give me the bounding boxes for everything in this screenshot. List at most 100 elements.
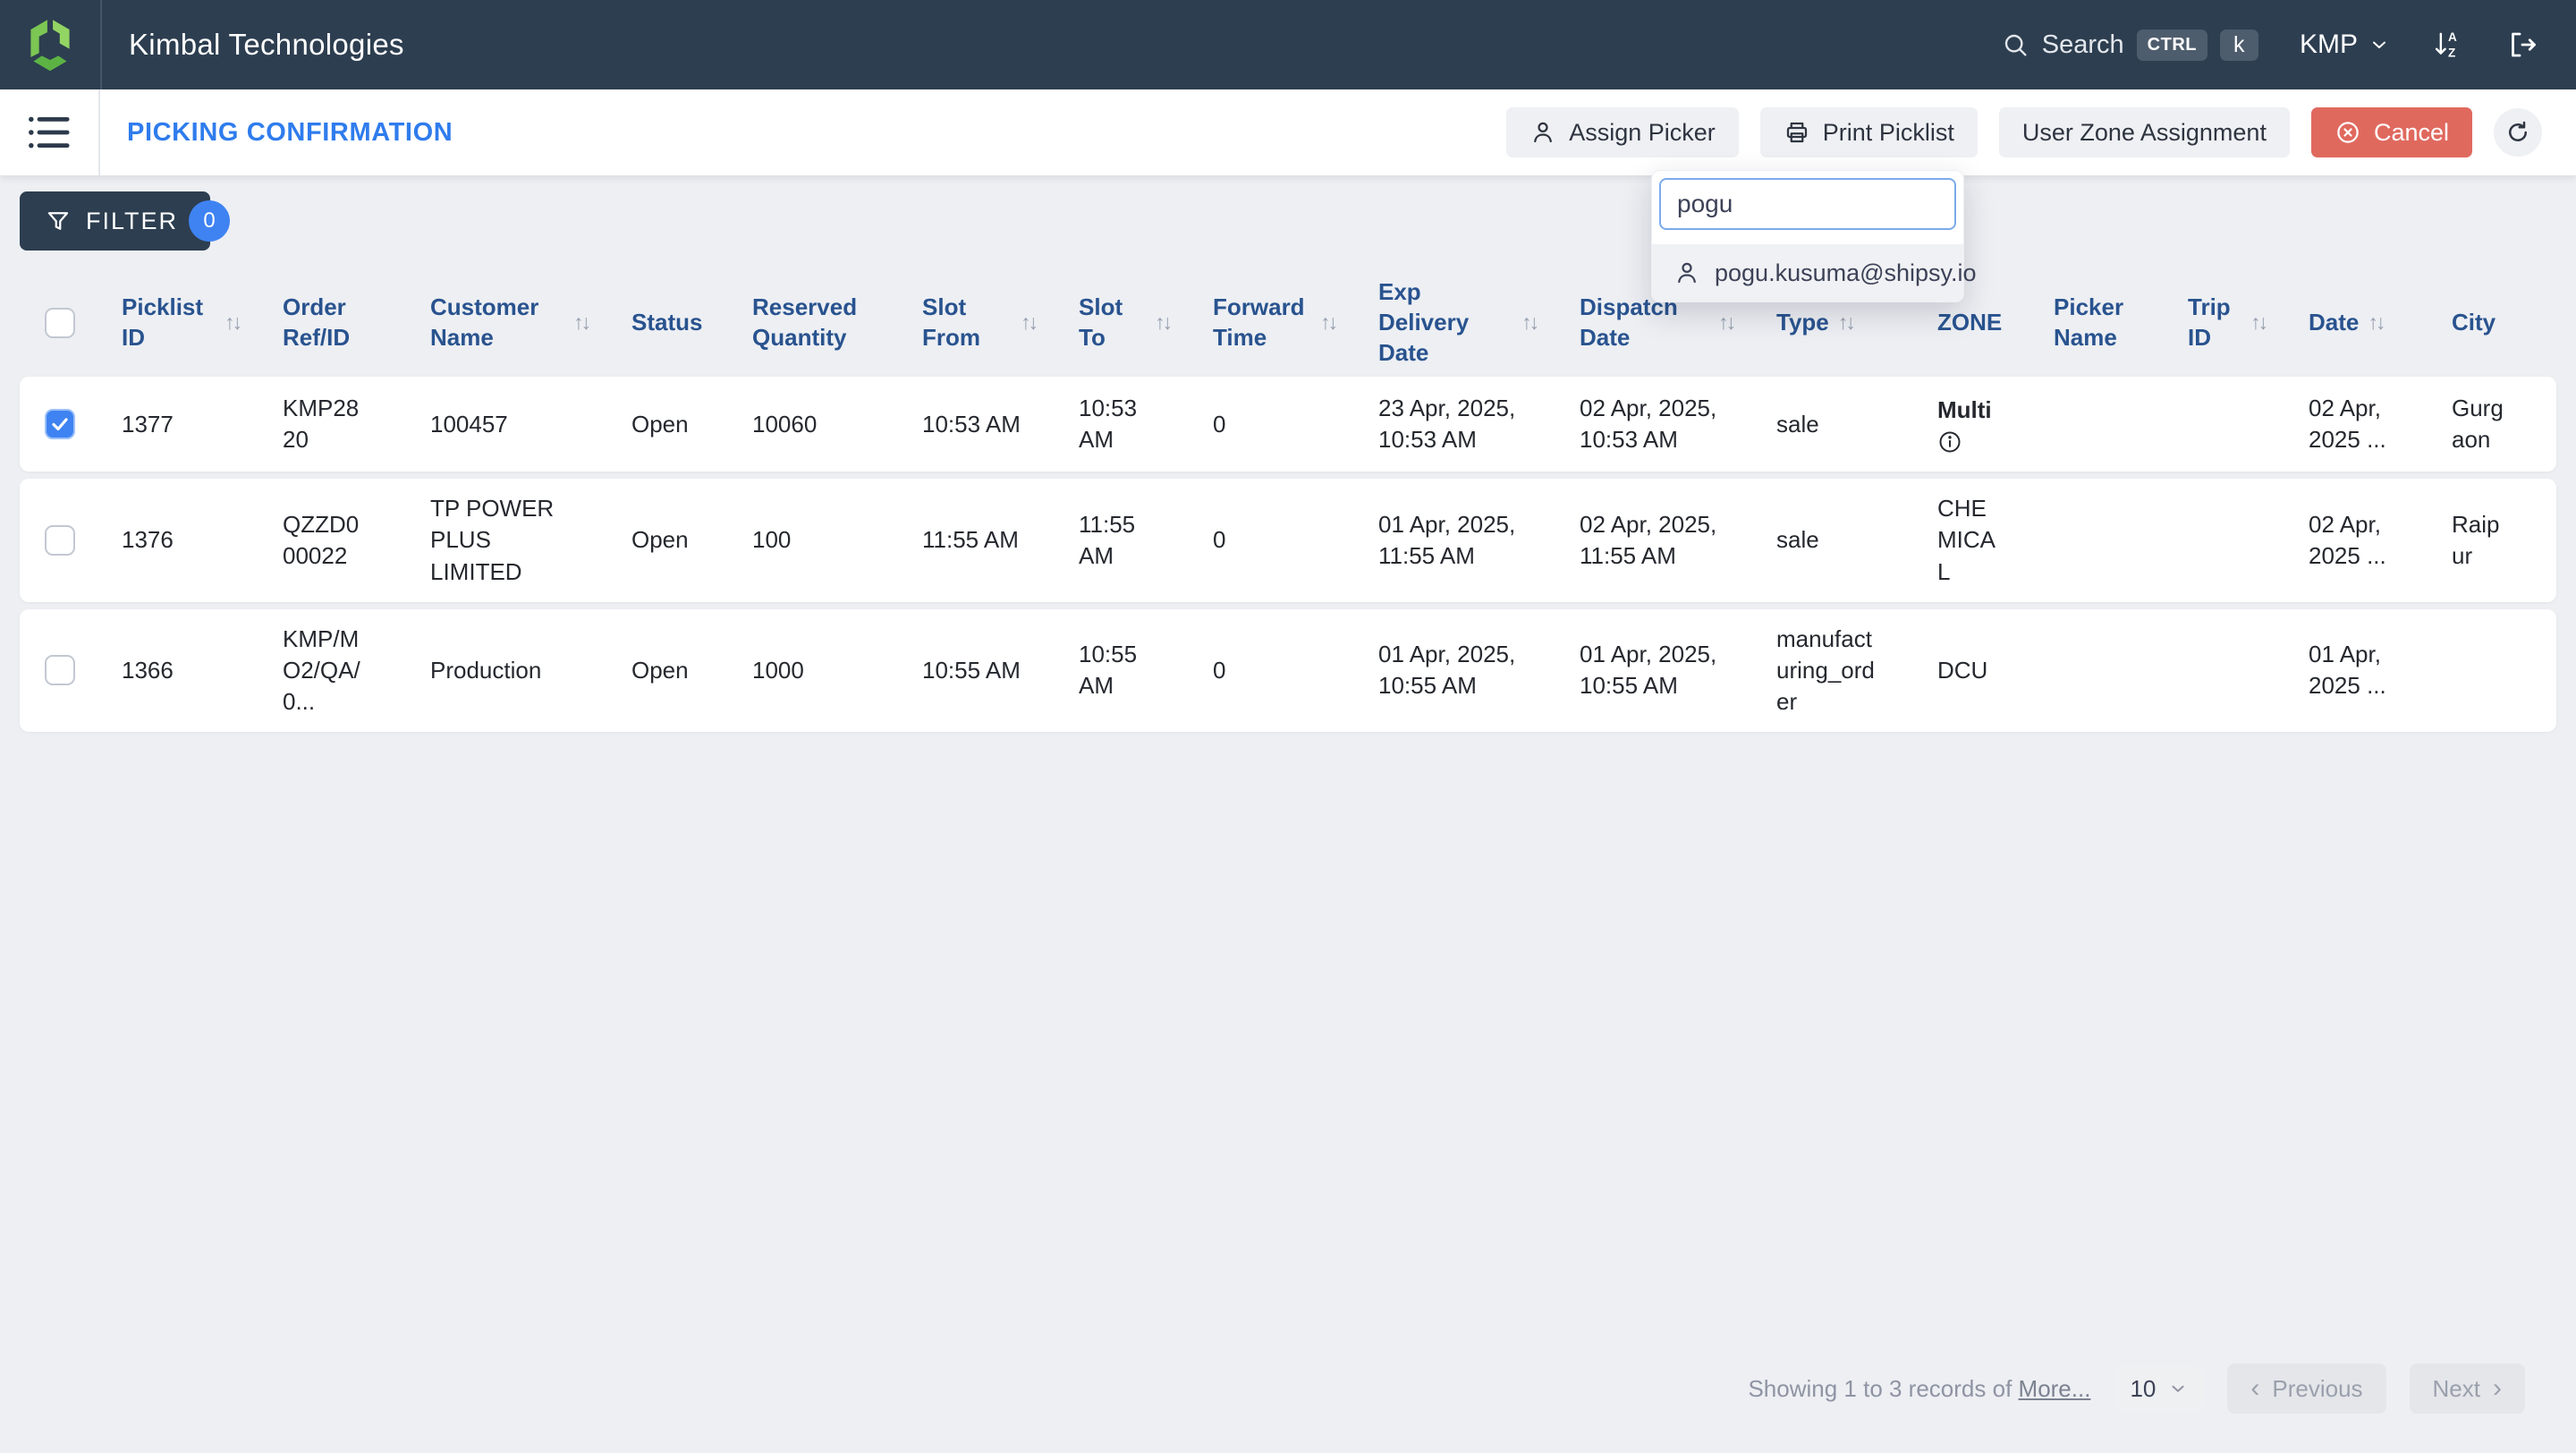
cell-city	[2430, 656, 2529, 684]
column-header-picklist-id[interactable]: Picklist ID ↑↓	[100, 284, 261, 362]
assign-picker-button[interactable]: Assign Picker	[1506, 107, 1739, 157]
column-header-type[interactable]: Type ↑↓	[1755, 299, 1916, 347]
row-checkbox[interactable]	[45, 655, 75, 686]
cell-forward-time: 0	[1213, 656, 1226, 684]
next-label: Next	[2432, 1374, 2480, 1402]
column-header-zone[interactable]: ZONE	[1916, 299, 2032, 347]
cancel-button[interactable]: Cancel	[2310, 107, 2472, 157]
row-checkbox[interactable]	[45, 525, 75, 557]
cell-picker-name	[2032, 410, 2166, 438]
column-header-status[interactable]: Status	[610, 299, 731, 347]
column-header-customer-name[interactable]: Customer Name ↑↓	[409, 284, 610, 362]
row-checkbox-cell	[20, 655, 100, 686]
cell-status: Open	[631, 656, 689, 684]
column-header-reserved-quantity[interactable]: Reserved Quantity	[731, 284, 901, 362]
user-zone-assignment-button[interactable]: User Zone Assignment	[1998, 107, 2290, 157]
svg-text:Z: Z	[2448, 47, 2455, 60]
sort-icon[interactable]: ↑↓	[573, 310, 591, 336]
toolbar-actions: Assign Picker Print Picklist User Zone A…	[1506, 107, 2576, 157]
cell-slot-from: 10:55 AM	[922, 656, 1021, 684]
refresh-button[interactable]	[2494, 108, 2542, 157]
page-size-select[interactable]: 10	[2114, 1366, 2205, 1411]
next-button[interactable]: Next ›	[2409, 1364, 2525, 1414]
cell-picklist-id: 1377	[122, 410, 174, 438]
sort-icon[interactable]: ↑↓	[1320, 310, 1338, 336]
more-link[interactable]: More...	[2019, 1375, 2091, 1402]
pagination-bar: Showing 1 to 3 records of More... 10 ‹ P…	[1748, 1364, 2525, 1414]
column-header-trip-id[interactable]: Trip ID ↑↓	[2166, 284, 2287, 362]
sort-icon[interactable]: ↑↓	[1155, 310, 1173, 336]
column-header-label: Slot To	[1079, 293, 1123, 351]
cell-zone: CHEMICAL	[1916, 479, 2032, 601]
cell-zone: Multi	[1916, 380, 2032, 469]
cell-order-ref-id: QZZD000022	[283, 510, 360, 570]
sort-icon[interactable]: ↑↓	[1718, 310, 1736, 336]
global-search[interactable]: Search CTRL k	[2001, 29, 2258, 61]
info-icon[interactable]	[1937, 429, 1962, 455]
chevron-right-icon: ›	[2493, 1373, 2502, 1403]
cell-picker-name	[2032, 526, 2166, 555]
cell-trip-id	[2166, 526, 2287, 555]
cell-exp-delivery-date: 01 Apr, 2025, 11:55 AM	[1378, 510, 1516, 570]
sort-icon[interactable]: ↑↓	[1521, 310, 1539, 336]
cell-slot-to: 10:55 AM	[1079, 641, 1138, 700]
kimbal-logo-icon	[30, 20, 70, 72]
print-picklist-label: Print Picklist	[1822, 118, 1954, 146]
picker-suggestion-email: pogu.kusuma@shipsy.io	[1715, 259, 1977, 286]
cell-trip-id	[2166, 410, 2287, 438]
cell-exp-delivery-date: 01 Apr, 2025, 10:55 AM	[1378, 641, 1516, 700]
assign-picker-dropdown: pogu.kusuma@shipsy.io	[1651, 170, 1977, 302]
assign-picker-label: Assign Picker	[1569, 118, 1716, 146]
user-zone-assignment-label: User Zone Assignment	[2021, 118, 2267, 146]
column-header-label: Order Ref/ID	[283, 293, 351, 351]
records-summary: Showing 1 to 3 records of More...	[1748, 1375, 2090, 1403]
zone-value: DCU	[1937, 656, 1988, 684]
sort-icon[interactable]: ↑↓	[2368, 310, 2385, 336]
table-row: 1366 KMP/MO2/QA/0... Production Open 1000 10:…	[20, 608, 2556, 732]
page-bar: PICKING CONFIRMATION Assign Picker Print…	[0, 89, 2576, 175]
zone-value: Multi	[1937, 395, 1992, 423]
column-header-slot-from[interactable]: Slot From ↑↓	[901, 284, 1057, 362]
brand-area: Kimbal Technologies	[0, 0, 404, 89]
picker-search-input[interactable]	[1659, 178, 1956, 230]
sort-az-icon[interactable]: A Z	[2431, 28, 2465, 62]
logout-icon[interactable]	[2506, 29, 2538, 61]
brand-logo[interactable]	[0, 12, 100, 78]
cell-slot-to: 10:53 AM	[1079, 395, 1138, 454]
column-header-city[interactable]: City	[2430, 299, 2529, 347]
table-body: 1377 KMP2820 100457 Open 10060 10:53 AM 10:53 …	[20, 377, 2556, 732]
filter-button[interactable]: FILTER 0	[20, 191, 231, 251]
previous-button[interactable]: ‹ Previous	[2227, 1364, 2386, 1414]
cell-customer-name: 100457	[430, 410, 508, 438]
table-row: 1377 KMP2820 100457 Open 10060 10:53 AM 10:53 …	[20, 377, 2556, 472]
org-switcher[interactable]: KMP	[2300, 30, 2390, 60]
sort-icon[interactable]: ↑↓	[2250, 310, 2268, 336]
top-bar: Kimbal Technologies Search CTRL k KMP A …	[0, 0, 2576, 89]
column-header-exp-delivery-date[interactable]: Exp Delivery Date ↑↓	[1357, 268, 1558, 377]
column-header-picker-name[interactable]: Picker Name	[2032, 284, 2166, 362]
row-checkbox-cell	[20, 409, 100, 440]
cell-picker-name	[2032, 656, 2166, 684]
print-picklist-button[interactable]: Print Picklist	[1759, 107, 1978, 157]
brand-name: Kimbal Technologies	[129, 28, 404, 61]
cell-status: Open	[631, 410, 689, 438]
sort-icon[interactable]: ↑↓	[225, 310, 242, 336]
column-header-slot-to[interactable]: Slot To ↑↓	[1057, 284, 1191, 362]
sort-icon[interactable]: ↑↓	[1838, 310, 1856, 336]
table-header-row: Picklist ID ↑↓ Order Ref/ID Customer Name ↑↓…	[20, 268, 2556, 377]
column-header-order-ref-id[interactable]: Order Ref/ID	[261, 284, 409, 362]
menu-list-icon[interactable]	[0, 89, 98, 175]
cell-reserved-quantity: 100	[752, 526, 792, 554]
sort-icon[interactable]: ↑↓	[1021, 310, 1038, 336]
select-all-checkbox[interactable]	[45, 307, 75, 338]
picker-suggestion-item[interactable]: pogu.kusuma@shipsy.io	[1652, 244, 1977, 302]
column-header-label: Status	[631, 308, 703, 336]
cell-type: sale	[1776, 410, 1819, 438]
cell-order-ref-id: KMP2820	[283, 395, 360, 454]
cell-slot-to: 11:55 AM	[1079, 510, 1136, 570]
column-header-date[interactable]: Date ↑↓	[2287, 299, 2430, 347]
row-checkbox[interactable]	[45, 409, 75, 440]
column-header-forward-time[interactable]: Forward Time ↑↓	[1191, 284, 1357, 362]
cell-order-ref-id: KMP/MO2/QA/0...	[283, 625, 360, 715]
kbd-ctrl: CTRL	[2136, 29, 2207, 61]
